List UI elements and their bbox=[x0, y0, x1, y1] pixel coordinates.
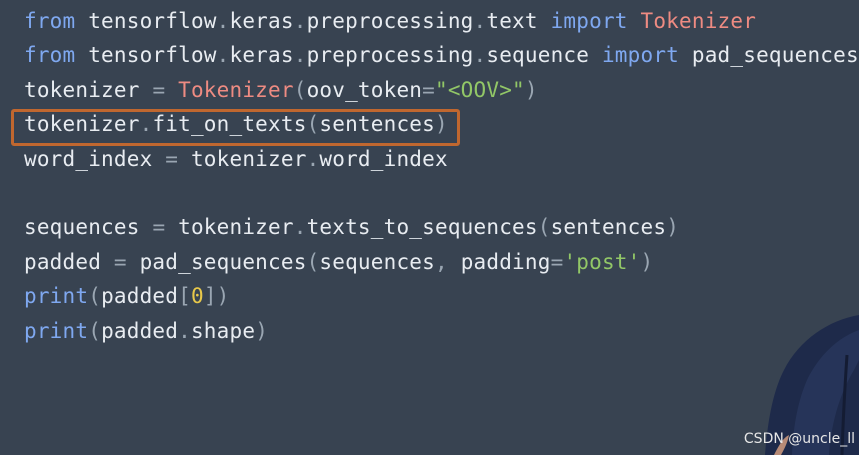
code-token: text bbox=[486, 9, 551, 33]
code-token: . bbox=[216, 43, 230, 68]
code-token: import bbox=[550, 9, 628, 33]
code-token: tokenizer bbox=[24, 77, 153, 102]
code-token: tokenizer bbox=[178, 146, 307, 171]
code-token: = bbox=[550, 249, 564, 274]
code-token: . bbox=[178, 318, 191, 343]
code-token: ( bbox=[293, 77, 307, 102]
code-token: ) bbox=[524, 77, 538, 102]
code-token: padded bbox=[101, 284, 179, 309]
code-token: keras bbox=[229, 43, 294, 68]
code-token: , bbox=[435, 249, 461, 274]
code-token: keras bbox=[229, 9, 294, 33]
code-token: 'post' bbox=[563, 249, 641, 274]
code-token: = bbox=[165, 146, 179, 171]
code-token: "<OOV>" bbox=[435, 77, 525, 102]
code-token: ) bbox=[255, 318, 269, 343]
code-token: 0 bbox=[190, 284, 204, 309]
code-token: word_index bbox=[24, 146, 166, 171]
code-token: pad_sequences bbox=[679, 43, 859, 68]
code-token: = bbox=[152, 215, 166, 240]
code-token: ) bbox=[666, 215, 680, 240]
code-token: [ bbox=[178, 284, 191, 309]
presenter-image bbox=[765, 315, 859, 455]
code-token: Tokenizer bbox=[165, 77, 294, 102]
code-token: preprocessing bbox=[306, 43, 474, 68]
code-token: ( bbox=[88, 284, 102, 309]
code-token: ]) bbox=[203, 284, 230, 309]
code-token: Tokenizer bbox=[627, 9, 757, 33]
code-token: sequences bbox=[24, 215, 153, 240]
code-token: . bbox=[216, 9, 230, 33]
watermark: CSDN @uncle_ll bbox=[743, 431, 855, 447]
code-token: word_index bbox=[319, 146, 448, 171]
code-token: = bbox=[422, 77, 435, 102]
slide: from tensorflow.keras.preprocessing.text… bbox=[0, 0, 859, 455]
code-token: from bbox=[24, 43, 76, 68]
code-token: from bbox=[24, 9, 76, 33]
code-token: . bbox=[473, 43, 487, 68]
code-line: tokenizer = Tokenizer(oov_token="<OOV>") bbox=[24, 73, 859, 107]
code-token: padded bbox=[24, 249, 114, 274]
code-token: import bbox=[601, 43, 680, 68]
code-token: print bbox=[24, 318, 89, 343]
code-line: from tensorflow.keras.preprocessing.sequ… bbox=[24, 38, 859, 72]
highlight-box bbox=[11, 109, 460, 146]
code-token: = bbox=[152, 77, 166, 102]
code-token: ( bbox=[537, 215, 551, 240]
code-line: from tensorflow.keras.preprocessing.text… bbox=[24, 4, 859, 38]
code-token: padded bbox=[101, 318, 179, 343]
code-token: . bbox=[293, 9, 307, 33]
code-token: = bbox=[113, 249, 127, 274]
code-token: . bbox=[293, 215, 307, 240]
code-token: shape bbox=[190, 318, 256, 343]
code-token: pad_sequences bbox=[126, 249, 307, 274]
code-token: padding bbox=[460, 249, 551, 274]
code-token: sequences bbox=[319, 249, 435, 274]
code-token: tensorflow bbox=[75, 43, 217, 68]
code-token: sentences bbox=[550, 215, 667, 240]
code-token: ( bbox=[306, 249, 320, 274]
code-token: sequence bbox=[486, 43, 602, 68]
code-token: ) bbox=[640, 249, 654, 274]
code-token: . bbox=[293, 43, 307, 68]
code-token: tokenizer bbox=[165, 215, 294, 240]
code-token: texts_to_sequences bbox=[306, 215, 538, 240]
code-token: print bbox=[24, 284, 89, 309]
code-token: oov_token bbox=[306, 77, 423, 102]
code-token: preprocessing bbox=[306, 9, 474, 33]
code-token: . bbox=[306, 146, 320, 171]
code-token: tensorflow bbox=[75, 9, 217, 33]
code-token: ( bbox=[88, 318, 102, 343]
code-token: . bbox=[473, 9, 487, 33]
